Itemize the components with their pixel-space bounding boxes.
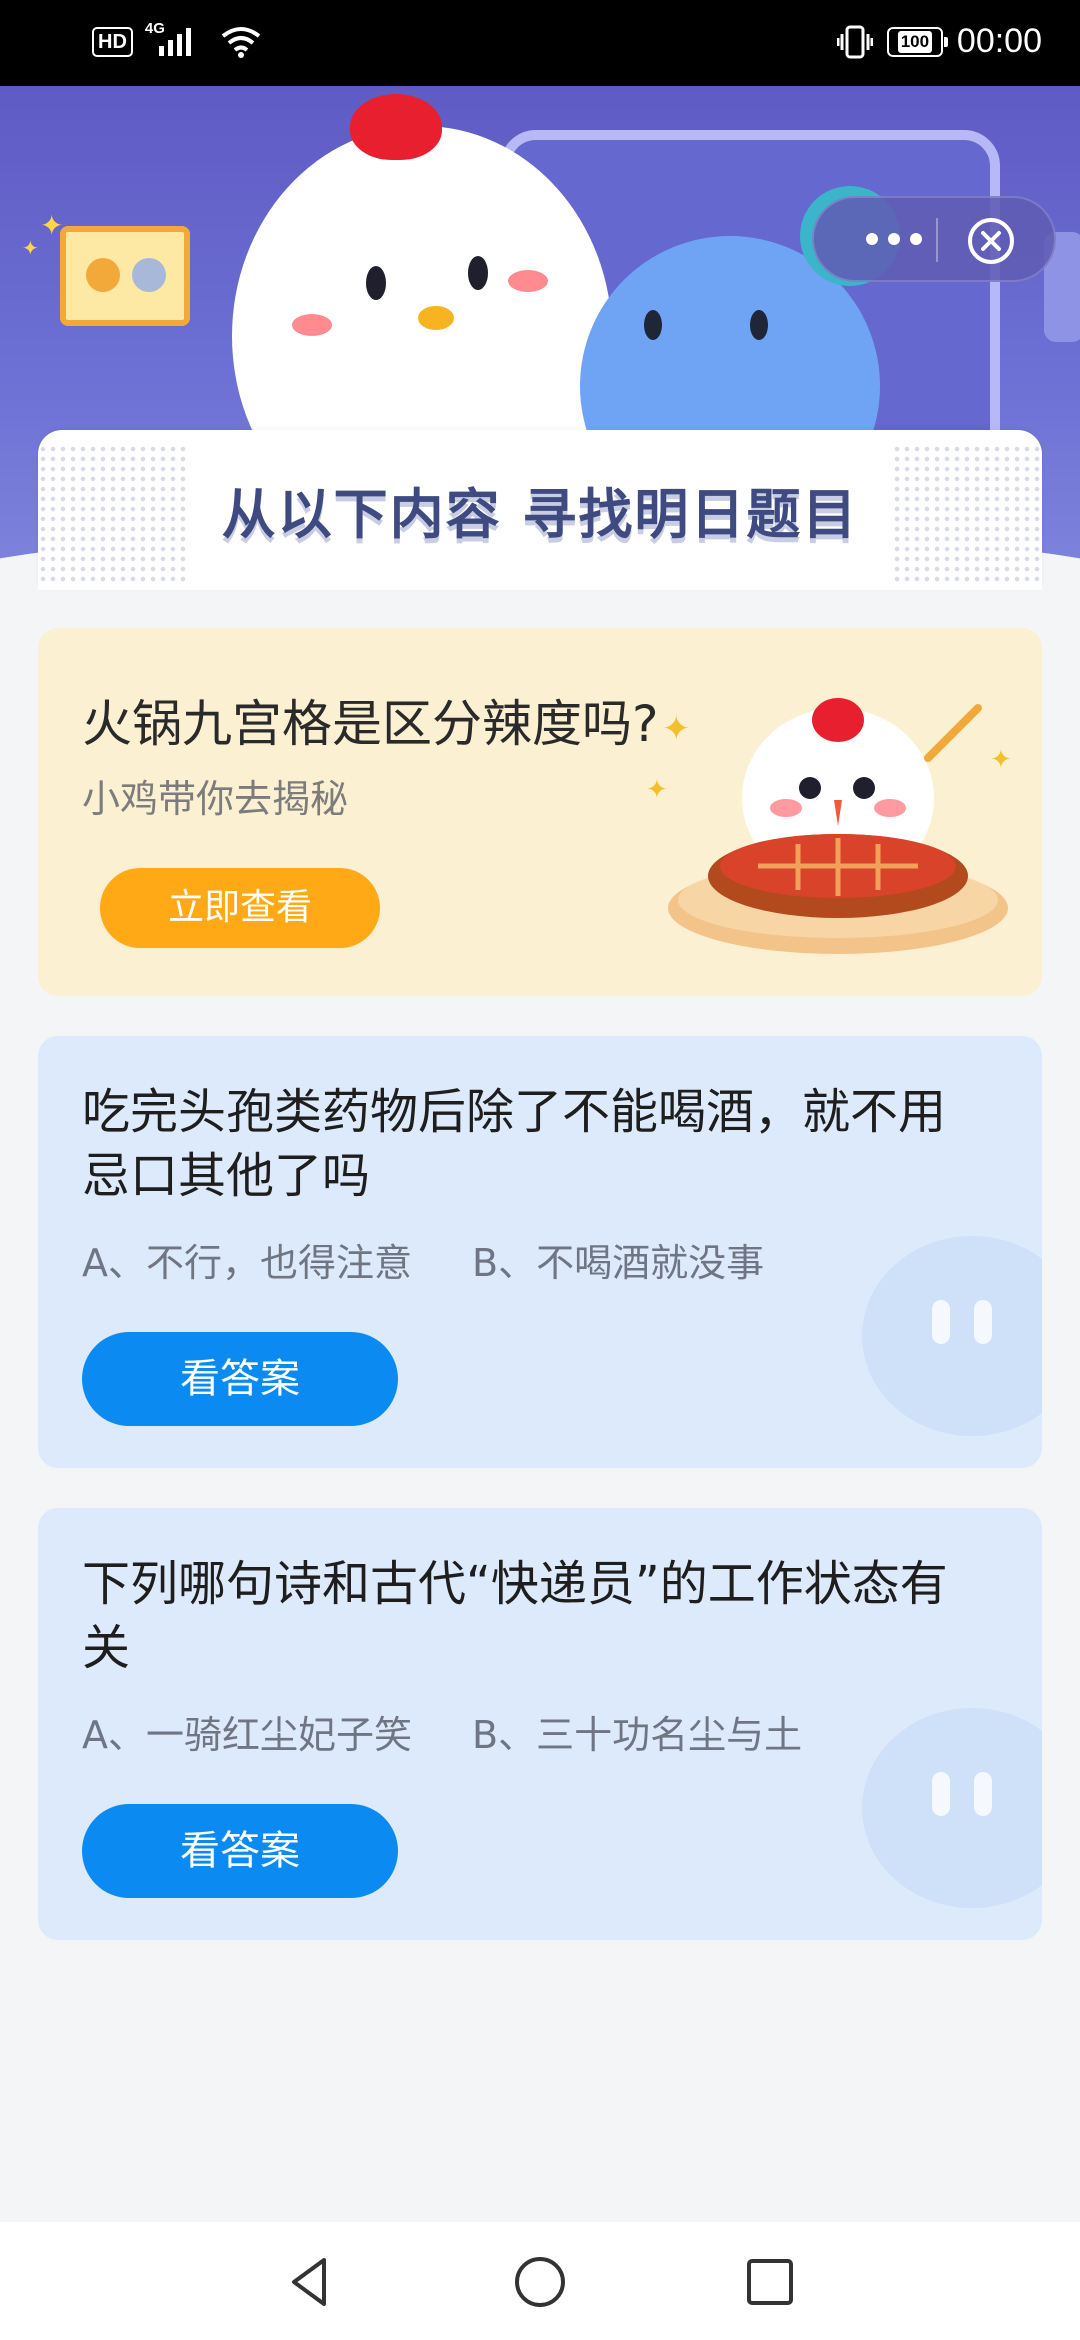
chat-bubble-decoration xyxy=(862,1708,1042,1908)
chick-comb xyxy=(350,94,442,160)
gold-medal-icon xyxy=(86,258,120,292)
chick-beak xyxy=(418,306,454,330)
wifi-icon xyxy=(221,27,261,58)
home-icon[interactable] xyxy=(510,2252,570,2312)
question-options: A、一骑红尘妃子笑 B、三十功名尘与土 xyxy=(82,1704,802,1759)
more-options-button[interactable] xyxy=(854,224,934,254)
sparkle-icon: ✦ xyxy=(22,236,39,260)
question-card: 下列哪句诗和古代“快递员”的工作状态有关 A、一骑红尘妃子笑 B、三十功名尘与土 … xyxy=(38,1508,1042,1940)
battery-level: 100 xyxy=(897,30,933,53)
recents-icon[interactable] xyxy=(740,2252,800,2312)
view-answer-button[interactable]: 看答案 xyxy=(82,1804,398,1898)
option-a: A、不行，也得注意 xyxy=(82,1241,412,1285)
clock: 00:00 xyxy=(956,22,1042,60)
view-answer-button[interactable]: 看答案 xyxy=(82,1332,398,1426)
battery-icon: 100 xyxy=(886,26,948,57)
capsule-divider xyxy=(936,218,938,262)
option-a: A、一骑红尘妃子笑 xyxy=(82,1713,412,1757)
back-icon[interactable] xyxy=(280,2252,340,2312)
system-nav-bar xyxy=(0,2222,1080,2340)
promo-subtitle: 小鸡带你去揭秘 xyxy=(82,777,349,821)
vibrate-icon xyxy=(836,25,873,58)
chick-cheek xyxy=(508,270,548,292)
question-title: 吃完头孢类药物后除了不能喝酒，就不用忌口其他了吗 xyxy=(82,1084,947,1204)
option-b: B、不喝酒就没事 xyxy=(472,1241,765,1285)
option-b: B、三十功名尘与土 xyxy=(472,1713,803,1757)
miniprogram-capsule xyxy=(812,196,1056,282)
question-card: 吃完头孢类药物后除了不能喝酒，就不用忌口其他了吗 A、不行，也得注意 B、不喝酒就… xyxy=(38,1036,1042,1468)
medal-plaque-illustration xyxy=(60,226,190,326)
status-bar: HD 4G 100 00:00 xyxy=(0,0,1080,86)
promo-title: 火锅九宫格是区分辣度吗? xyxy=(82,695,659,753)
hd-badge: HD xyxy=(92,27,133,57)
svg-text:✦: ✦ xyxy=(646,775,668,805)
silver-medal-icon xyxy=(132,258,166,292)
title-card: 从以下内容 寻找明日题目 xyxy=(38,430,1042,590)
chick-cheek xyxy=(292,314,332,336)
alien-eye xyxy=(750,310,768,340)
close-icon[interactable] xyxy=(966,216,1016,266)
chick-eye xyxy=(468,256,488,290)
promo-card[interactable]: 火锅九宫格是区分辣度吗? 小鸡带你去揭秘 立即查看 ✦ ✦ ✦ xyxy=(38,628,1042,996)
chick-eye xyxy=(366,266,386,300)
view-now-button[interactable]: 立即查看 xyxy=(100,868,380,948)
hotpot-chick-illustration: ✦ ✦ ✦ xyxy=(646,698,1012,954)
question-options: A、不行，也得注意 B、不喝酒就没事 xyxy=(82,1232,764,1287)
question-title: 下列哪句诗和古代“快递员”的工作状态有关 xyxy=(82,1556,948,1676)
page-title: 从以下内容 寻找明日题目 xyxy=(221,483,859,546)
svg-text:✦: ✦ xyxy=(990,745,1012,775)
signal-icon: 4G xyxy=(145,20,209,62)
svg-text:✦: ✦ xyxy=(662,709,691,749)
alien-eye xyxy=(644,310,662,340)
chat-bubble-decoration xyxy=(862,1236,1042,1436)
